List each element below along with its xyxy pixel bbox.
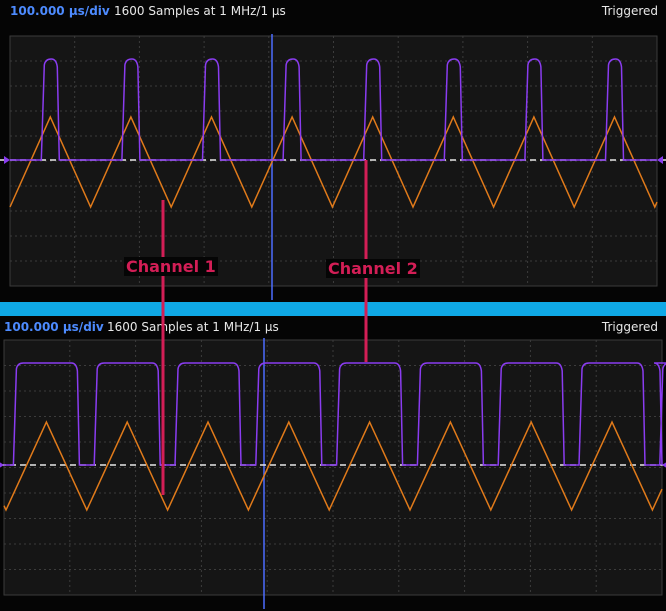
- ground-marker-left: [0, 462, 4, 468]
- channel2-label: Channel 2: [326, 259, 420, 278]
- bottom-scope-panel: 100.000 µs/div 1600 Samples at 1 MHz/1 µ…: [0, 316, 666, 611]
- top-scope-panel: 100.000 µs/div 1600 Samples at 1 MHz/1 µ…: [0, 0, 666, 302]
- top-waveform-display[interactable]: [0, 0, 666, 302]
- channel1-label: Channel 1: [124, 257, 218, 276]
- ground-marker-right: [657, 156, 663, 164]
- panel-divider: [0, 302, 666, 316]
- bottom-waveform-display[interactable]: [0, 316, 666, 611]
- ground-marker-left: [4, 156, 10, 164]
